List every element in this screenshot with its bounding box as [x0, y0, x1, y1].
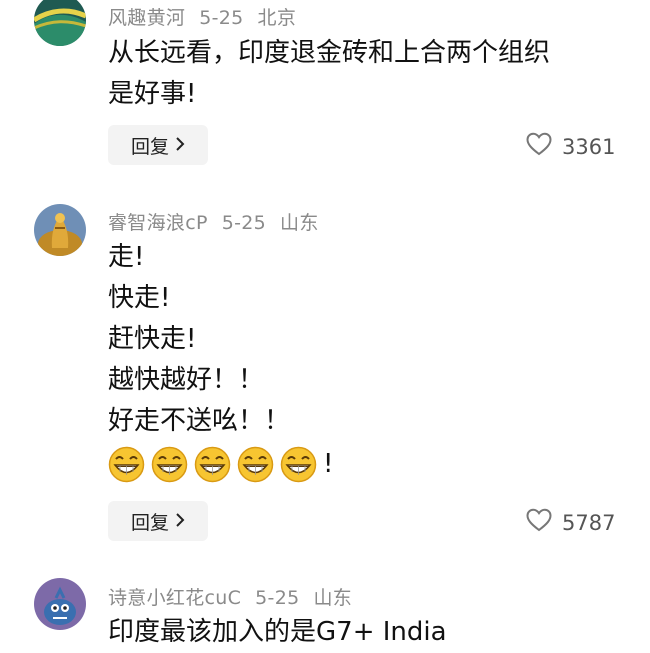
grinning-face-icon: [237, 446, 274, 483]
reply-button[interactable]: 回复: [108, 125, 208, 165]
like-button[interactable]: 5787: [526, 508, 615, 537]
comment-line: 越快越好！！: [108, 365, 265, 395]
comment-location: 山东: [280, 212, 319, 234]
emoji-line: !: [108, 442, 333, 487]
comment-date: 5-25: [221, 212, 267, 234]
heart-outline-icon: [526, 132, 552, 161]
comment-meta: 诗意小红花cuC 5-25 山东: [108, 583, 366, 610]
comment-line: 快走!: [108, 283, 171, 313]
comment-location: 山东: [313, 587, 353, 609]
comment-line: 赶快走!: [108, 324, 197, 354]
comment-line: 好走不送吆！！: [108, 406, 291, 436]
comment-text: 走! 快走! 赶快走! 越快越好！！ 好走不送吆！！ !: [108, 237, 333, 487]
comment-date: 5-25: [255, 587, 300, 609]
like-count: 5787: [562, 510, 616, 535]
chevron-right-icon: [175, 135, 185, 156]
comment-date: 5-25: [199, 7, 244, 29]
grinning-face-icon: [108, 446, 145, 483]
comment-meta: 风趣黄河 5-25 北京: [108, 3, 310, 30]
reply-button[interactable]: 回复: [108, 501, 208, 541]
chevron-right-icon: [175, 511, 185, 532]
username[interactable]: 睿智海浪cP: [108, 212, 208, 234]
user-avatar[interactable]: [34, 578, 86, 630]
username[interactable]: 诗意小红花cuC: [108, 587, 241, 609]
comment-line: 从长远看，印度退金砖和上合两个组织: [108, 38, 551, 68]
username[interactable]: 风趣黄河: [108, 7, 185, 29]
comment-line: 印度最该加入的是G7+ India: [108, 617, 447, 647]
comment-location: 北京: [257, 7, 297, 29]
comment-line: 是好事!: [108, 79, 197, 109]
reply-label: 回复: [130, 135, 169, 158]
comment-text: 从长远看，印度退金砖和上合两个组织 是好事!: [108, 33, 550, 115]
grinning-face-icon: [280, 446, 317, 483]
user-avatar[interactable]: [34, 0, 86, 46]
comment-text: 印度最该加入的是G7+ India: [108, 612, 447, 653]
grinning-face-icon: [194, 446, 231, 483]
user-avatar[interactable]: [34, 204, 86, 256]
comment-line: 走!: [108, 242, 145, 272]
like-count: 3361: [562, 134, 616, 159]
reply-label: 回复: [130, 511, 169, 534]
comment-meta: 睿智海浪cP 5-25 山东: [108, 208, 333, 235]
emoji-row: [108, 446, 323, 483]
grinning-face-icon: [151, 446, 188, 483]
emoji-suffix: !: [323, 449, 334, 479]
heart-outline-icon: [526, 508, 552, 537]
like-button[interactable]: 3361: [526, 132, 615, 161]
